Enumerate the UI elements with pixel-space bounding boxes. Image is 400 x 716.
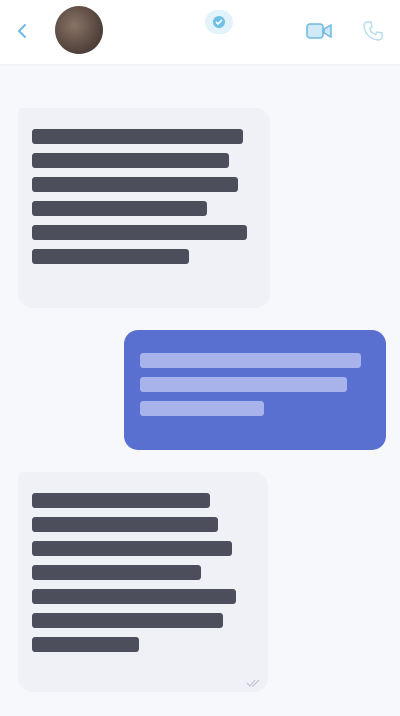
blurred-text-line — [32, 613, 223, 628]
double-check-icon — [246, 679, 260, 687]
voice-call-button[interactable] — [356, 14, 390, 48]
blurred-text-line — [140, 353, 361, 368]
blurred-text-line — [32, 565, 201, 580]
blurred-text-line — [32, 201, 207, 216]
video-camera-icon — [306, 23, 332, 39]
blurred-text-line — [32, 225, 248, 240]
chat-header — [0, 0, 400, 64]
arrow-left-icon — [17, 24, 26, 38]
incoming-message[interactable] — [18, 472, 268, 692]
contact-avatar[interactable] — [55, 6, 103, 54]
back-button[interactable] — [10, 18, 36, 44]
blurred-text-line — [32, 153, 230, 168]
incoming-message[interactable] — [18, 108, 270, 308]
verified-badge — [205, 10, 233, 34]
blurred-text-line — [32, 177, 239, 192]
blurred-text-line — [32, 637, 139, 652]
blurred-text-line — [32, 589, 237, 604]
blurred-text-line — [32, 517, 219, 532]
blurred-text-line — [140, 401, 265, 416]
verified-badge-icon — [213, 16, 225, 28]
blurred-text-line — [140, 377, 347, 392]
blurred-text-line — [32, 129, 243, 144]
phone-icon — [363, 21, 383, 41]
blurred-text-line — [32, 249, 189, 264]
video-call-button[interactable] — [302, 14, 336, 48]
blurred-text-line — [32, 541, 232, 556]
blurred-text-line — [32, 493, 210, 508]
outgoing-message[interactable] — [124, 330, 386, 450]
